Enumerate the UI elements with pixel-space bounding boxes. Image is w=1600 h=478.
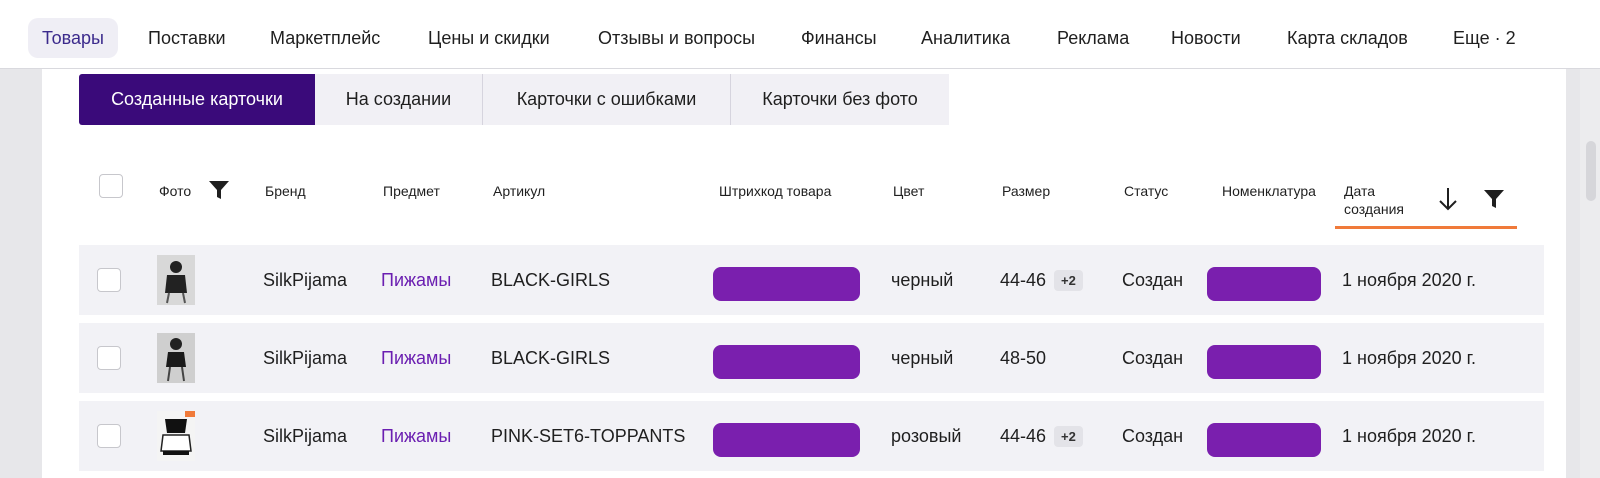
header-brand: Бренд xyxy=(265,183,306,199)
sort-down-arrow-icon[interactable] xyxy=(1437,186,1459,217)
barcode-redacted xyxy=(713,345,860,379)
nav-item-warehouse-map[interactable]: Карта складов xyxy=(1287,18,1408,58)
nav-item-products[interactable]: Товары xyxy=(28,18,118,58)
header-article: Артикул xyxy=(493,183,546,199)
header-created-date[interactable]: Дата xyxy=(1344,183,1375,199)
header-barcode: Штрихкод товара xyxy=(719,183,832,199)
row-checkbox[interactable] xyxy=(97,346,121,370)
header-color: Цвет xyxy=(893,183,925,199)
row-status: Создан xyxy=(1122,270,1184,290)
header-nomenclature: Номенклатура xyxy=(1222,183,1316,199)
row-brand: SilkPijama xyxy=(263,426,348,446)
row-status: Создан xyxy=(1122,348,1184,368)
row-checkbox[interactable] xyxy=(97,424,121,448)
nav-item-news[interactable]: Новости xyxy=(1171,18,1241,58)
photo-filter-icon[interactable] xyxy=(208,179,230,206)
nav-item-reviews[interactable]: Отзывы и вопросы xyxy=(598,18,755,58)
row-color: розовый xyxy=(891,426,962,446)
header-status: Статус xyxy=(1124,183,1169,199)
header-size: Размер xyxy=(1002,183,1051,199)
barcode-redacted xyxy=(713,423,860,457)
active-sort-indicator xyxy=(1335,226,1517,229)
tab-created-cards[interactable]: Созданные карточки xyxy=(79,74,315,125)
row-created-date: 1 ноября 2020 г. xyxy=(1342,348,1476,368)
scrollbar[interactable] xyxy=(1580,69,1600,478)
product-photo[interactable] xyxy=(157,333,195,383)
row-article: BLACK-GIRLS xyxy=(491,348,611,368)
nomenclature-redacted xyxy=(1207,423,1321,457)
row-subject-link[interactable]: Пижамы xyxy=(381,426,451,447)
row-color: черный xyxy=(891,348,954,368)
scrollbar-thumb[interactable] xyxy=(1586,141,1596,201)
nav-item-prices[interactable]: Цены и скидки xyxy=(428,18,550,58)
row-created-date: 1 ноября 2020 г. xyxy=(1342,270,1476,290)
row-article: PINK-SET6-TOPPANTS xyxy=(491,426,686,446)
tab-cards-with-errors[interactable]: Карточки с ошибками xyxy=(482,74,730,125)
nav-item-more[interactable]: Еще · 2 xyxy=(1453,18,1516,58)
top-navigation: Товары Поставки Маркетплейс Цены и скидк… xyxy=(0,0,1600,69)
nav-item-ads[interactable]: Реклама xyxy=(1057,18,1129,58)
size-more-badge[interactable]: +2 xyxy=(1054,426,1083,447)
size-more-badge[interactable]: +2 xyxy=(1054,270,1083,291)
header-subject: Предмет xyxy=(383,183,440,199)
row-status: Создан xyxy=(1122,426,1184,446)
row-created-date: 1 ноября 2020 г. xyxy=(1342,426,1476,446)
product-photo[interactable] xyxy=(157,411,195,461)
row-brand: SilkPijama xyxy=(263,270,348,290)
header-photo: Фото xyxy=(159,183,192,199)
product-photo[interactable] xyxy=(157,255,195,305)
row-size: 44-46 xyxy=(1000,426,1047,446)
barcode-redacted xyxy=(713,267,860,301)
row-size: 44-46 xyxy=(1000,270,1047,290)
row-checkbox[interactable] xyxy=(97,268,121,292)
tab-cards-without-photo[interactable]: Карточки без фото xyxy=(730,74,949,125)
nav-item-marketplace[interactable]: Маркетплейс xyxy=(270,18,380,58)
nomenclature-redacted xyxy=(1207,267,1321,301)
header-created-date-line2[interactable]: создания xyxy=(1344,201,1404,217)
date-filter-icon[interactable] xyxy=(1483,188,1505,215)
row-article: BLACK-GIRLS xyxy=(491,270,611,290)
tab-in-creation[interactable]: На создании xyxy=(315,74,482,125)
row-subject-link[interactable]: Пижамы xyxy=(381,348,451,369)
row-subject-link[interactable]: Пижамы xyxy=(381,270,451,291)
nav-item-analytics[interactable]: Аналитика xyxy=(921,18,1010,58)
select-all-checkbox[interactable] xyxy=(99,174,123,198)
nomenclature-redacted xyxy=(1207,345,1321,379)
row-brand: SilkPijama xyxy=(263,348,348,368)
nav-item-supplies[interactable]: Поставки xyxy=(148,18,226,58)
row-color: черный xyxy=(891,270,954,290)
nav-item-finance[interactable]: Финансы xyxy=(801,18,877,58)
row-size: 48-50 xyxy=(1000,348,1047,368)
